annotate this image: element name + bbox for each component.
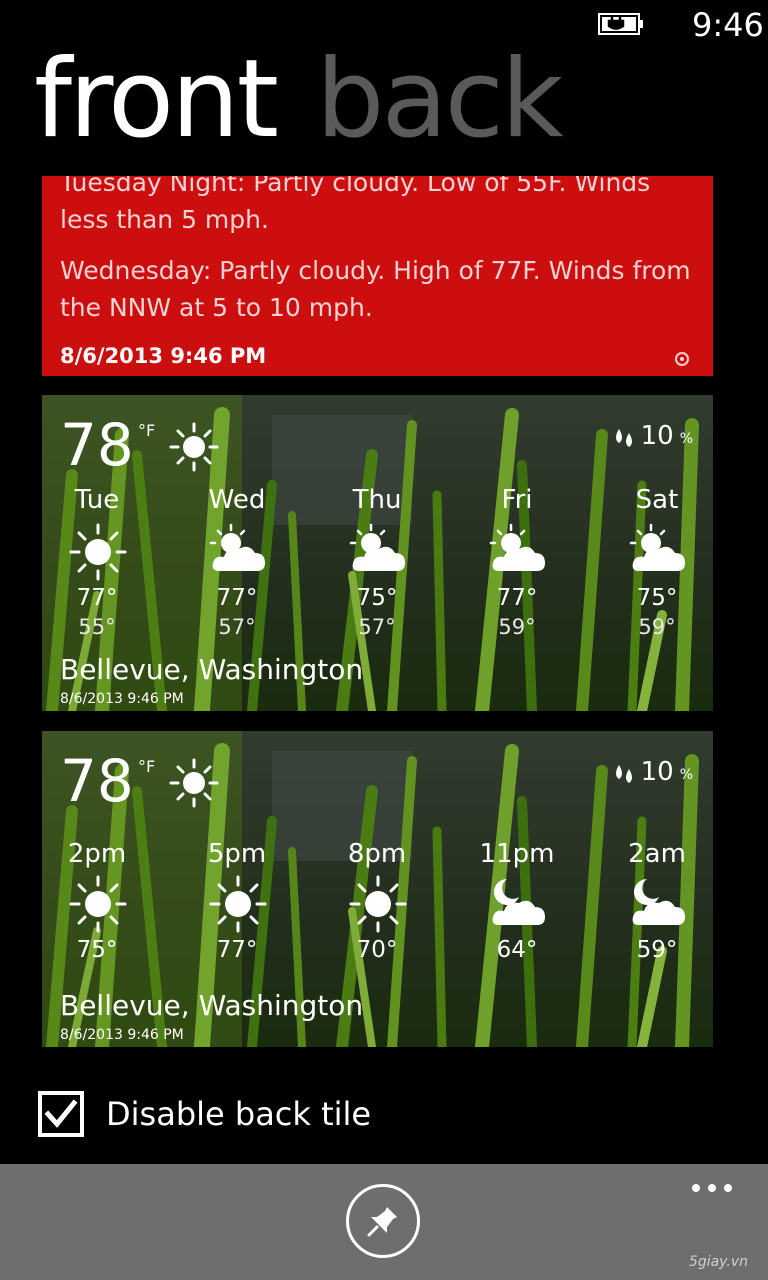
sun-icon — [209, 875, 267, 933]
updated-timestamp: 8/6/2013 9:46 PM — [60, 691, 184, 707]
day-label: Sat — [635, 485, 679, 515]
location-name: Bellevue, Washington — [60, 653, 364, 686]
partly-cloudy-icon — [629, 523, 685, 571]
disable-back-tile-checkbox[interactable] — [38, 1091, 84, 1137]
app-bar: 5giay.vn — [0, 1164, 768, 1280]
ellipsis-dot-icon — [708, 1184, 716, 1192]
day-label: Wed — [208, 485, 266, 515]
raindrops-icon — [615, 765, 632, 783]
partly-cloudy-icon — [489, 523, 545, 571]
low-temp: 59° — [498, 615, 536, 639]
ellipsis-dot-icon — [692, 1184, 700, 1192]
high-temp: 75° — [356, 585, 398, 611]
rain-chance-unit: % — [679, 767, 693, 783]
watermark: 5giay.vn — [688, 1254, 748, 1270]
temperature-unit: °F — [138, 757, 156, 776]
day-label: Thu — [352, 485, 402, 515]
high-temp: 75° — [636, 585, 678, 611]
raindrops-icon — [615, 429, 632, 447]
location-name: Bellevue, Washington — [60, 989, 364, 1022]
hour-label: 2pm — [67, 839, 127, 869]
hour-temp: 70° — [356, 937, 398, 963]
sun-icon — [69, 523, 127, 581]
night-cloudy-icon — [492, 879, 545, 925]
high-temp: 77° — [216, 585, 258, 611]
low-temp: 57° — [358, 615, 396, 639]
temperature-unit: °F — [138, 421, 156, 440]
updated-timestamp: 8/6/2013 9:46 PM — [60, 1027, 184, 1043]
pin-button[interactable] — [346, 1184, 420, 1258]
forecast-timestamp: 8/6/2013 9:46 PM — [60, 344, 267, 368]
sun-icon — [349, 875, 407, 933]
hour-temp: 77° — [216, 937, 258, 963]
sun-icon — [169, 422, 219, 472]
ellipsis-dot-icon — [724, 1184, 732, 1192]
radio-dot-icon — [675, 352, 689, 366]
rain-chance: 10% — [611, 421, 693, 451]
rain-chance-value: 10 — [640, 421, 674, 451]
pivot-item-back[interactable]: back — [316, 40, 564, 160]
hour-temp: 59° — [636, 937, 678, 963]
hour-label: 8pm — [347, 839, 407, 869]
pin-icon — [367, 1207, 397, 1237]
rain-chance-value: 10 — [640, 757, 674, 787]
current-temperature: 78 — [60, 411, 134, 479]
more-options-button[interactable] — [692, 1184, 732, 1192]
current-temperature: 78 — [60, 747, 134, 815]
daily-forecast-tile[interactable]: 78 °F 10% Tue 77° 55° Wed 77° 57° Thu 75… — [42, 395, 713, 711]
rain-chance-unit: % — [679, 431, 693, 447]
day-label: Tue — [74, 485, 120, 515]
hour-label: 11pm — [479, 839, 555, 869]
high-temp: 77° — [76, 585, 118, 611]
pivot-header: front back — [34, 40, 564, 160]
rain-chance: 10% — [611, 757, 693, 787]
forecast-text: Tuesday Night: Partly cloudy. Low of 55F… — [60, 176, 700, 340]
checkmark-icon — [44, 1099, 78, 1128]
battery-charging-icon — [598, 13, 643, 35]
hour-label: 5pm — [207, 839, 267, 869]
night-cloudy-icon — [632, 879, 685, 925]
sun-icon — [69, 875, 127, 933]
high-temp: 77° — [496, 585, 538, 611]
day-label: Fri — [501, 485, 533, 515]
forecast-text-tile[interactable]: Tuesday Night: Partly cloudy. Low of 55F… — [42, 176, 713, 376]
low-temp: 55° — [78, 615, 116, 639]
sun-icon — [169, 758, 219, 808]
disable-back-tile-option[interactable]: Disable back tile — [38, 1088, 371, 1140]
low-temp: 59° — [638, 615, 676, 639]
status-clock: 9:46 — [692, 6, 764, 44]
hour-label: 2am — [628, 839, 686, 869]
hourly-forecast-tile[interactable]: 78 °F 10% 2pm 75° 5pm 77° 8pm 70° 11pm 6… — [42, 731, 713, 1047]
disable-back-tile-label: Disable back tile — [106, 1095, 372, 1133]
pivot-item-front[interactable]: front — [34, 40, 279, 160]
low-temp: 57° — [218, 615, 256, 639]
forecast-paragraph: Tuesday Night: Partly cloudy. Low of 55F… — [60, 176, 651, 234]
hour-temp: 64° — [496, 937, 538, 963]
partly-cloudy-icon — [209, 523, 265, 571]
partly-cloudy-icon — [349, 523, 405, 571]
hour-temp: 75° — [76, 937, 118, 963]
forecast-paragraph: Wednesday: Partly cloudy. High of 77F. W… — [60, 256, 691, 322]
